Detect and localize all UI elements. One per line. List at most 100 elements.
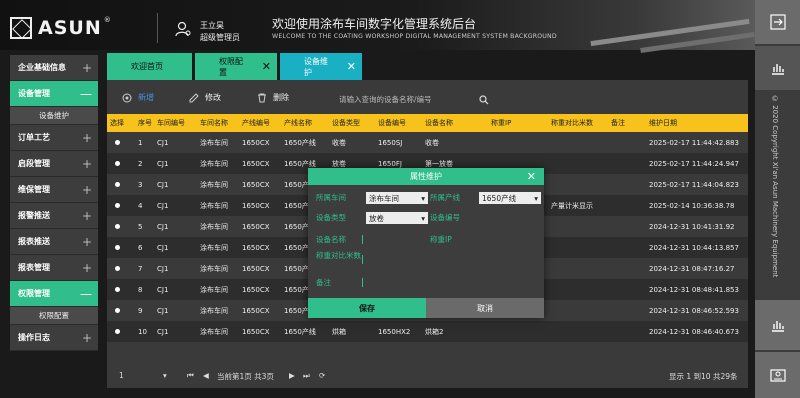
tab-permission-config[interactable]: 权限配置 ✕	[195, 53, 277, 80]
weigh-ip-input[interactable]	[479, 234, 541, 246]
table-cell: 产量计米显示	[548, 195, 608, 216]
tab-welcome[interactable]: 欢迎首页	[107, 53, 192, 80]
add-button[interactable]: 新增	[122, 92, 154, 103]
collapse-icon: —	[80, 86, 92, 101]
row-select-cell[interactable]	[107, 300, 135, 321]
table-cell: 2024-12-31 08:47:16.27	[646, 258, 748, 279]
expand-icon: +	[81, 130, 92, 145]
refresh-icon[interactable]: ⟳	[319, 371, 325, 380]
row-select-cell[interactable]	[107, 237, 135, 258]
sidebar-item-alarm-push[interactable]: 报警推送 +	[10, 203, 98, 229]
table-cell	[548, 237, 608, 258]
delete-button[interactable]: 删除	[257, 92, 289, 103]
sidebar-item-permissions[interactable]: 权限管理 —	[10, 281, 98, 307]
row-select-cell[interactable]	[107, 321, 135, 342]
prev-page-icon[interactable]: ◀	[203, 371, 209, 380]
table-cell: CJ1	[154, 195, 197, 216]
sidebar-item-report-push[interactable]: 报表推送 +	[10, 229, 98, 255]
close-icon[interactable]: ✕	[262, 60, 271, 73]
sidebar-item-report-management[interactable]: 报表管理 +	[10, 255, 98, 281]
chart-button-bottom[interactable]	[755, 300, 800, 350]
radio-button[interactable]	[115, 139, 120, 145]
search-icon[interactable]	[479, 95, 489, 105]
cancel-button[interactable]: 取消	[426, 298, 544, 318]
edit-button[interactable]: 修改	[189, 92, 221, 103]
table-cell: 2	[135, 153, 154, 174]
equipment-name-input[interactable]	[366, 234, 428, 246]
col-header: 维护日期	[646, 114, 748, 132]
table-cell: CJ1	[154, 258, 197, 279]
table-cell: 涂布车间	[197, 279, 239, 300]
last-page-icon[interactable]: ⏭	[303, 371, 310, 381]
row-select-cell[interactable]	[107, 195, 135, 216]
logo-registered-mark: ®	[103, 16, 111, 24]
radio-button[interactable]	[115, 265, 120, 271]
table-row[interactable]: 10 CJ1 涂布车间 1650CX 1650产线 烘箱 1650HX2 烘箱2 2024-12…	[107, 321, 748, 342]
radio-button[interactable]	[115, 181, 120, 187]
next-page-icon[interactable]: ▶	[289, 371, 295, 380]
row-select-cell[interactable]	[107, 216, 135, 237]
table-cell: 涂布车间	[197, 321, 239, 342]
logout-button[interactable]	[755, 0, 800, 44]
col-header: 选择	[107, 114, 135, 132]
sidebar-item-enterprise-info[interactable]: 企业基础信息 +	[10, 55, 98, 81]
add-circle-icon	[122, 93, 132, 102]
row-select-cell[interactable]	[107, 258, 135, 279]
table-cell: 2025-02-17 11:44:04.823	[646, 174, 748, 195]
table-cell: 收卷	[422, 132, 488, 153]
table-cell	[488, 132, 548, 153]
sidebar-item-operation-log[interactable]: 操作日志 +	[10, 325, 98, 351]
row-select-cell[interactable]	[107, 279, 135, 300]
workshop-select[interactable]: 涂布车间 ▾	[366, 192, 428, 204]
chart-button-top[interactable]	[755, 46, 800, 90]
save-button[interactable]: 保存	[308, 298, 426, 318]
table-cell: 烘箱	[329, 321, 375, 342]
radio-button[interactable]	[115, 328, 120, 334]
sidebar-item-order-process[interactable]: 订单工艺 +	[10, 125, 98, 151]
user-settings-icon[interactable]	[175, 21, 191, 37]
sidebar-subitem-equipment-maintenance[interactable]: 设备维护	[10, 107, 98, 125]
dropdown-arrow-icon: ▾	[534, 193, 538, 203]
table-cell: CJ1	[154, 174, 197, 195]
table-cell: 涂布车间	[197, 174, 239, 195]
table-cell: 1650CX	[239, 237, 281, 258]
row-select-cell[interactable]	[107, 132, 135, 153]
radio-button[interactable]	[115, 307, 120, 313]
close-icon[interactable]: ✕	[347, 60, 356, 73]
table-cell	[608, 216, 646, 237]
radio-button[interactable]	[115, 286, 120, 292]
table-cell: CJ1	[154, 237, 197, 258]
remark-input[interactable]	[366, 276, 541, 288]
radio-button[interactable]	[115, 244, 120, 250]
close-icon[interactable]: ✕	[527, 170, 536, 183]
radio-button[interactable]	[115, 202, 120, 208]
equipment-code-input[interactable]	[479, 212, 541, 224]
sidebar-item-maintenance[interactable]: 维保管理 +	[10, 177, 98, 203]
search-input[interactable]	[339, 92, 469, 106]
table-row[interactable]: 1 CJ1 涂布车间 1650CX 1650产线 收卷 1650SJ 收卷 2025-02-17…	[107, 132, 748, 153]
table-cell	[548, 300, 608, 321]
table-cell: 涂布车间	[197, 195, 239, 216]
row-select-cell[interactable]	[107, 153, 135, 174]
radio-button[interactable]	[115, 223, 120, 229]
equipment-type-select[interactable]: 放卷 ▾	[366, 212, 428, 224]
table-cell	[548, 279, 608, 300]
page-size-dropdown-icon[interactable]: ▾	[163, 371, 167, 380]
sidebar-subitem-permission-config[interactable]: 权限配置	[10, 307, 98, 325]
row-select-cell[interactable]	[107, 174, 135, 195]
table-cell: 2024-12-31 08:46:52.593	[646, 300, 748, 321]
weigh-meter-input[interactable]	[366, 254, 428, 266]
table-cell	[608, 321, 646, 342]
sidebar-item-equipment[interactable]: 设备管理 —	[10, 81, 98, 107]
radio-button[interactable]	[115, 160, 120, 166]
tab-equipment-maintenance[interactable]: 设备维护 ✕	[280, 53, 362, 80]
table-cell: 1650CX	[239, 300, 281, 321]
sidebar-item-stage[interactable]: 启段管理 +	[10, 151, 98, 177]
table-cell	[608, 153, 646, 174]
profile-card-button[interactable]	[755, 352, 800, 398]
line-select[interactable]: 1650产线 ▾	[479, 192, 541, 204]
page-input[interactable]: 1	[119, 371, 124, 380]
toolbar: 新增 修改 删除	[107, 80, 748, 114]
first-page-icon[interactable]: ⏮	[187, 371, 194, 381]
weigh-ip-label: 称重IP	[430, 235, 452, 244]
